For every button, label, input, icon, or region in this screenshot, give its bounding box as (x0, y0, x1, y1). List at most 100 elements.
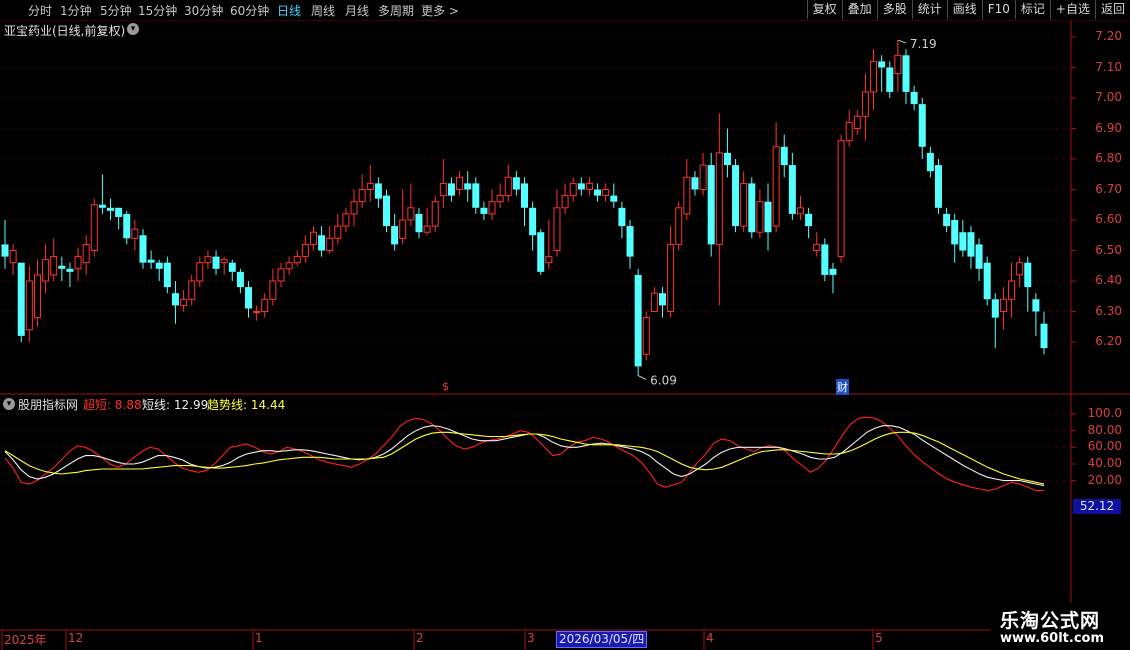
date-axis-label: 2025年 (4, 633, 47, 647)
toolbar-button-6[interactable]: 标记 (1014, 0, 1050, 19)
tab-timeframe-3[interactable]: 15分钟 (138, 2, 177, 19)
candle-down (780, 146, 788, 166)
date-axis-label: 3 (527, 631, 535, 645)
candle-down (212, 256, 220, 269)
candle-up (585, 182, 593, 190)
candle-down (374, 183, 382, 199)
candle-down (829, 268, 837, 275)
candle-down (383, 195, 391, 227)
candle-down (1024, 262, 1032, 288)
tab-timeframe-9[interactable]: 多周期 (378, 2, 414, 19)
candle-down (983, 262, 991, 300)
tab-timeframe-7[interactable]: 周线 (311, 2, 335, 19)
candle-down (748, 183, 756, 233)
candle-up (845, 121, 853, 142)
candle-down (155, 262, 163, 269)
candle-up (188, 280, 196, 300)
toolbar-button-5[interactable]: F10 (981, 0, 1015, 19)
candle-down (926, 152, 934, 172)
candle-up (553, 207, 561, 252)
financial-report-marker[interactable]: 财 (836, 379, 849, 395)
cursor-date-badge: 2026/03/05/四 (556, 631, 648, 648)
candle-down (878, 61, 886, 68)
tab-timeframe-4[interactable]: 30分钟 (184, 2, 223, 19)
candle-up (1008, 280, 1016, 300)
stock-title: 亚宝药业(日线,前复权) (4, 24, 126, 38)
candle-up (366, 182, 374, 190)
candle-down (447, 183, 455, 196)
candle-down (658, 293, 666, 306)
candle-up (861, 91, 869, 117)
candle-down (115, 207, 123, 217)
candle-up (131, 228, 139, 239)
candle-up (715, 152, 723, 245)
tab-timeframe-2[interactable]: 5分钟 (100, 2, 132, 19)
tab-timeframe-5[interactable]: 60分钟 (230, 2, 269, 19)
candle-down (618, 207, 626, 227)
toolbar-button-4[interactable]: 画线 (946, 0, 982, 19)
watermark-url: www.60lt.com (1000, 631, 1105, 646)
candle-down (472, 183, 480, 208)
candle-up (837, 140, 845, 258)
toolbar-button-8[interactable]: 返回 (1094, 0, 1130, 19)
candle-down (1032, 299, 1040, 312)
candle-up (813, 243, 821, 251)
tab-timeframe-10[interactable]: 更多 > (421, 2, 459, 19)
candle-up (488, 201, 496, 215)
chevron-down-icon[interactable]: ▾ (3, 398, 15, 410)
candle-down (707, 165, 715, 245)
candle-down (732, 165, 740, 227)
indicator-legend-short: 短线: 12.99 (142, 398, 209, 412)
candle-down (98, 204, 106, 208)
chevron-down-icon[interactable]: ▾ (127, 23, 139, 35)
candle-up (204, 256, 212, 264)
toolbar-button-0[interactable]: 复权 (806, 0, 842, 19)
candle-up (90, 204, 98, 251)
candle-up (545, 256, 553, 264)
candle-up (853, 115, 861, 130)
candle-up (456, 176, 464, 191)
toolbar-button-7[interactable]: +自选 (1049, 0, 1095, 19)
candle-up (33, 274, 41, 319)
candle-down (66, 268, 74, 272)
price-axis-label: 6.70 (1095, 181, 1122, 196)
toolbar-button-2[interactable]: 多股 (876, 0, 912, 19)
tab-timeframe-1[interactable]: 1分钟 (60, 2, 92, 19)
candle-down (58, 265, 66, 269)
date-axis-label: 2 (416, 631, 424, 645)
toolbar-button-1[interactable]: 叠加 (841, 0, 877, 19)
candle-down (171, 293, 179, 306)
candle-up (293, 256, 301, 264)
candle-down (147, 259, 155, 263)
candle-down (959, 232, 967, 251)
candle-up (667, 243, 675, 312)
toolbar-button-3[interactable]: 统计 (911, 0, 947, 19)
candle-up (25, 280, 33, 331)
candle-down (634, 274, 642, 367)
date-axis-label: 12 (68, 631, 84, 645)
candle-up (602, 189, 610, 197)
candle-up (675, 207, 683, 245)
tab-timeframe-0[interactable]: 分时 (28, 2, 52, 19)
candle-down (537, 232, 545, 272)
candle-down (1040, 323, 1048, 349)
candle-down (788, 165, 796, 214)
tab-timeframe-8[interactable]: 月线 (345, 2, 369, 19)
candle-up (756, 201, 764, 233)
tab-timeframe-6[interactable]: 日线 (277, 2, 301, 19)
candle-up (796, 207, 804, 215)
candle-down (943, 213, 951, 227)
candle-up (740, 182, 748, 227)
candle-up (50, 256, 58, 276)
dividend-marker[interactable]: $ (442, 380, 449, 393)
candle-down (723, 152, 731, 166)
candle-up (650, 292, 658, 313)
candle-up (699, 164, 707, 191)
candle-up (42, 259, 50, 282)
candle-up (642, 317, 650, 355)
indicator-title[interactable]: 股朋指标网 (18, 396, 78, 413)
candle-up (285, 262, 293, 270)
candle-down (391, 226, 399, 245)
chart-canvas[interactable]: 7.19 6.09 (0, 21, 1130, 650)
candle-down (951, 220, 959, 245)
